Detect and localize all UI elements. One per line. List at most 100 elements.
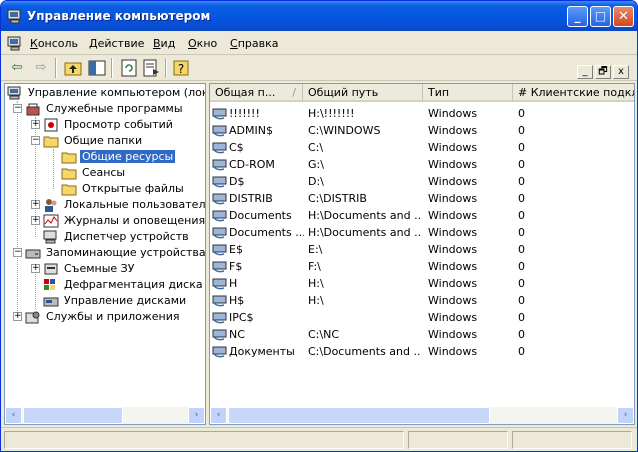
table-row[interactable]: DISTRIB C:\DISTRIB Windows 0 [210,190,634,207]
scroll-left-button[interactable]: ‹ [5,407,22,424]
shared-folder-icon [212,227,227,239]
table-row[interactable]: D$ D:\ Windows 0 [210,173,634,190]
table-row[interactable]: !!!!!!! H:\!!!!!!! Windows 0 [210,105,634,122]
expand-button[interactable]: + [31,120,40,129]
status-panel-secondary [408,431,508,449]
scroll-right-button[interactable]: › [617,407,634,424]
tree-item-system-tools[interactable]: Служебные программы [25,101,205,117]
client-connections-cell: 0 [518,107,525,120]
share-path-cell: C:\DISTRIB [308,192,367,205]
minimize-button[interactable]: _ [567,6,588,27]
shared-folder-icon [212,244,227,256]
sort-indicator-icon: / [292,86,296,99]
close-glyph: ✕ [618,9,629,24]
scroll-right-button[interactable]: › [188,407,205,424]
table-row[interactable]: F$ F:\ Windows 0 [210,258,634,275]
share-type-cell: Windows [428,311,478,324]
column-header-client-connections[interactable]: # Клиентские подклю [513,84,634,102]
client-connections-cell: 0 [518,124,525,137]
table-row[interactable]: E$ E:\ Windows 0 [210,241,634,258]
tree-item-defragmenter[interactable]: Дефрагментация диска [43,277,205,293]
client-connections-cell: 0 [518,277,525,290]
share-type-cell: Windows [428,107,478,120]
share-name: H$ [229,294,245,307]
scroll-thumb[interactable] [228,407,490,424]
folder-icon [61,152,77,164]
share-name-cell: Documents ... [212,224,304,241]
scroll-left-button[interactable]: ‹ [210,407,227,424]
table-row[interactable]: H H:\ Windows 0 [210,275,634,292]
column-header-type[interactable]: Тип [423,84,513,102]
share-name: E$ [229,243,243,256]
back-arrow-icon[interactable]: ⇦ [7,59,27,77]
share-type-cell: Windows [428,294,478,307]
menu-console[interactable]: Консоль [30,37,78,50]
tree-item-local-users[interactable]: Локальные пользователи и [43,197,205,213]
share-name: CD-ROM [229,158,275,171]
toolbar-separator [55,58,57,78]
tree-item-sessions[interactable]: Сеансы [61,165,205,181]
share-name-cell: F$ [212,258,304,275]
table-row[interactable]: C$ C:\ Windows 0 [210,139,634,156]
table-row[interactable]: IPC$ Windows 0 [210,309,634,326]
share-path-cell: H:\Documents and ... [308,226,420,239]
share-name: DISTRIB [229,192,273,205]
collapse-button[interactable]: − [13,104,22,113]
client-connections-cell: 0 [518,294,525,307]
expand-button[interactable]: + [31,264,40,273]
tree-item-open-files[interactable]: Открытые файлы [61,181,205,197]
toolbar-separator [165,58,167,78]
tree-item-storage[interactable]: Запоминающие устройства [25,245,205,261]
tree-item-removable-storage[interactable]: Съемные ЗУ [43,261,205,277]
show-hide-tree-icon[interactable] [87,59,107,77]
export-list-icon[interactable] [141,59,161,77]
share-path-cell: D:\ [308,175,324,188]
tree-item-label: Локальные пользователи и [64,198,205,211]
maximize-button[interactable]: □ [590,6,611,27]
table-row[interactable]: CD-ROM G:\ Windows 0 [210,156,634,173]
expand-button[interactable]: + [31,200,40,209]
tree-item-event-viewer[interactable]: Просмотр событий [43,117,205,133]
console-icon[interactable] [7,35,23,51]
collapse-button[interactable]: − [13,248,22,257]
table-row[interactable]: H$ H:\ Windows 0 [210,292,634,309]
table-row[interactable]: Documents H:\Documents and ... Windows 0 [210,207,634,224]
client-connections-cell: 0 [518,345,525,358]
close-button[interactable]: ✕ [613,6,634,27]
share-name: Документы [229,345,295,358]
help-icon[interactable]: ? [171,59,191,77]
menu-action[interactable]: Действие [89,37,144,50]
tree-item-label: Общие папки [64,134,143,147]
table-row[interactable]: Документы C:\Documents and ... Windows 0 [210,343,634,360]
table-row[interactable]: NC C:\NC Windows 0 [210,326,634,343]
menu-view[interactable]: Вид [153,37,175,50]
tree-item-computer-management[interactable]: Управление компьютером (локаль [7,85,205,101]
list-horizontal-scrollbar[interactable]: ‹ › [210,407,634,424]
table-row[interactable]: Documents ... H:\Documents and ... Windows… [210,224,634,241]
table-row[interactable]: ADMIN$ C:\WINDOWS Windows 0 [210,122,634,139]
up-folder-icon[interactable] [63,59,83,77]
scroll-thumb[interactable] [23,407,123,424]
tree-item-perf-logs[interactable]: Журналы и оповещения пр [43,213,205,229]
share-name: IPC$ [229,311,254,324]
column-header-share-path[interactable]: Общий путь [303,84,423,102]
tree-item-shared-folders[interactable]: Общие папки [43,133,205,149]
expand-button[interactable]: + [13,312,22,321]
expand-button[interactable]: + [31,216,40,225]
collapse-button[interactable]: − [31,136,40,145]
tree-item-shares[interactable]: Общие ресурсы [61,149,205,165]
menu-help[interactable]: Справка [230,37,278,50]
shared-folder-icon [212,159,227,171]
tree-item-disk-management[interactable]: Управление дисками [43,293,205,309]
menu-window[interactable]: Окно [188,37,217,50]
column-header-share-name[interactable]: Общая п... / [210,84,303,102]
shared-folder-icon [212,312,227,324]
tree-horizontal-scrollbar[interactable]: ‹ › [5,407,205,424]
title-bar[interactable]: Управление компьютером _ □ ✕ [1,1,637,31]
refresh-icon[interactable] [119,59,139,77]
tree-item-device-manager[interactable]: Диспетчер устройств [43,229,205,245]
share-name-cell: E$ [212,241,304,258]
tree-item-services-apps[interactable]: Службы и приложения [25,309,205,325]
forward-arrow-icon[interactable]: ⇨ [31,59,51,77]
share-type-cell: Windows [428,124,478,137]
